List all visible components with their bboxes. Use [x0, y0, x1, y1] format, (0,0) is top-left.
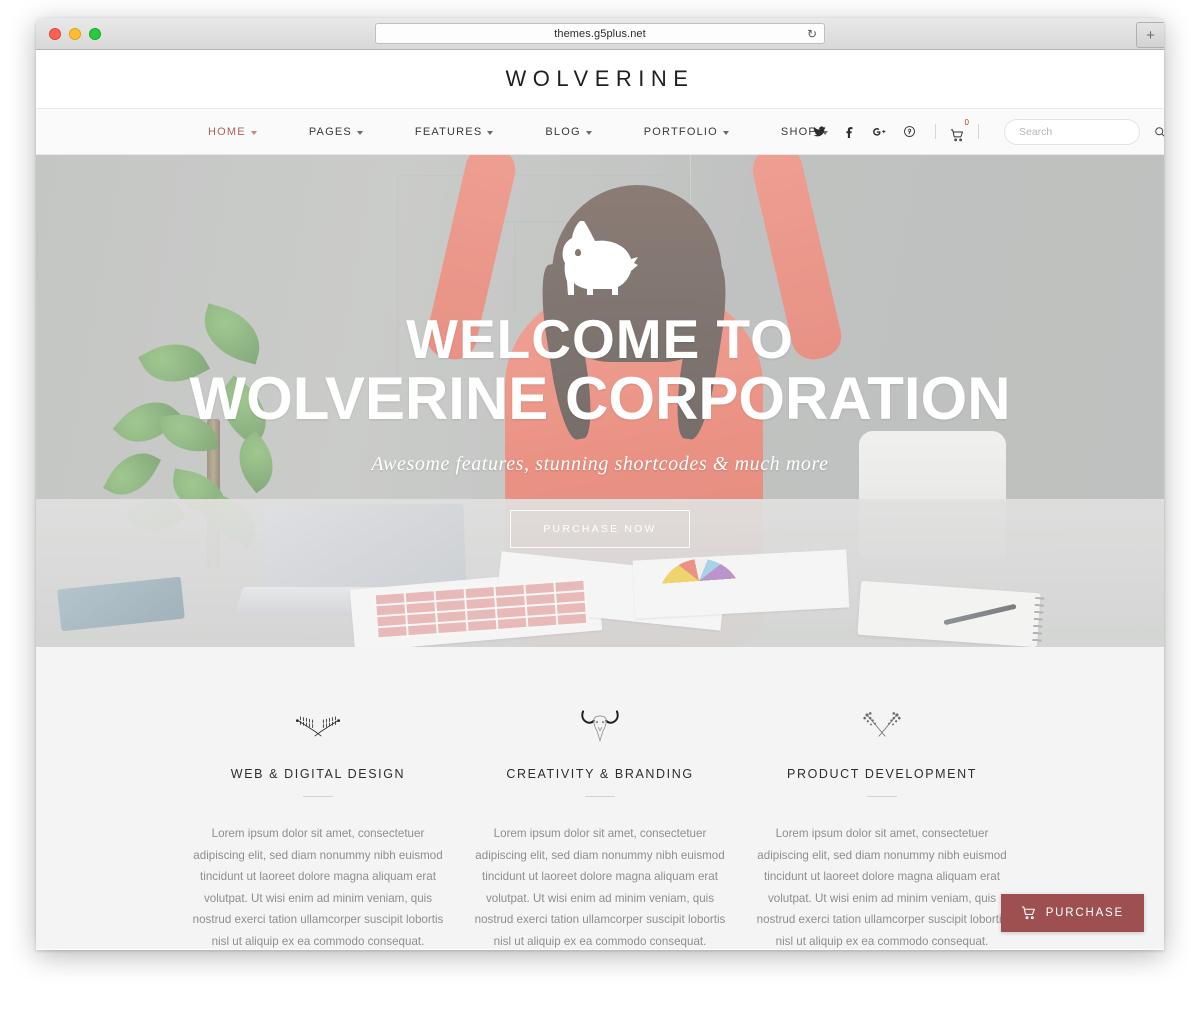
hero-subtitle: Awesome features, stunning shortcodes & …: [371, 453, 829, 476]
browser-titlebar: themes.g5plus.net ↻ +: [36, 18, 1164, 50]
pinterest-icon[interactable]: [898, 121, 920, 143]
crossed-feathers-icon: [191, 709, 445, 743]
shopping-cart-icon: [950, 128, 963, 141]
features-row: WEB & DIGITAL DESIGN Lorem ipsum dolor s…: [95, 709, 1105, 950]
feature-text: Lorem ipsum dolor sit amet, consectetuer…: [474, 827, 726, 948]
window-controls: [36, 27, 101, 40]
feature-text: Lorem ipsum dolor sit amet, consectetuer…: [756, 827, 1008, 948]
hero-title-line2: WOLVERINE CORPORATION: [189, 364, 1011, 432]
site-logo[interactable]: WOLVERINE: [506, 66, 695, 92]
hero-title-line1: WELCOME TO: [406, 308, 794, 370]
nav-item-features[interactable]: FEATURES: [389, 126, 519, 138]
site-header: WOLVERINE: [36, 50, 1164, 108]
feature-divider: [303, 796, 333, 797]
feature-title: WEB & DIGITAL DESIGN: [230, 767, 406, 781]
close-window-button[interactable]: [49, 27, 61, 40]
cart-count-badge: 0: [964, 117, 969, 127]
google-plus-icon[interactable]: [868, 121, 890, 143]
feature-title: CREATIVITY & BRANDING: [506, 767, 694, 781]
bull-skull-icon: [473, 709, 727, 743]
hero-content: WELCOME TO WOLVERINE CORPORATION Awesome…: [36, 155, 1164, 647]
feature-divider: [867, 796, 897, 797]
feature-divider: [585, 796, 615, 797]
nav-item-features-label: FEATURES: [414, 125, 483, 138]
reload-icon[interactable]: ↻: [807, 26, 817, 42]
hero-section: WELCOME TO WOLVERINE CORPORATION Awesome…: [36, 155, 1164, 647]
nav-divider-2: [978, 124, 979, 139]
feature-text: Lorem ipsum dolor sit amet, consectetuer…: [192, 827, 444, 948]
nav-item-home-label: HOME: [208, 125, 246, 138]
nav-item-pages[interactable]: PAGES: [283, 126, 389, 138]
nav-right-section: 0: [804, 117, 1164, 145]
floating-purchase-button[interactable]: PURCHASE: [1000, 894, 1144, 932]
search-box[interactable]: [1004, 118, 1164, 145]
wolf-howling-icon: [562, 221, 638, 295]
maximize-window-button[interactable]: [89, 27, 101, 40]
nav-item-pages-label: PAGES: [308, 125, 352, 138]
url-text: themes.g5plus.net: [554, 27, 646, 40]
main-navbar: HOME PAGES FEATURES BLOG PORTFOLIO SHOP …: [36, 108, 1164, 155]
floating-purchase-label: PURCHASE: [1045, 907, 1124, 919]
page-content: WOLVERINE HOME PAGES FEATURES BLOG PORTF…: [36, 50, 1164, 950]
feature-column-web-digital-design: WEB & DIGITAL DESIGN Lorem ipsum dolor s…: [177, 709, 459, 950]
main-menu: HOME PAGES FEATURES BLOG PORTFOLIO SHOP: [182, 126, 854, 138]
chevron-down-icon: [722, 130, 729, 135]
features-section: WEB & DIGITAL DESIGN Lorem ipsum dolor s…: [36, 647, 1164, 949]
facebook-icon[interactable]: [838, 121, 860, 143]
nav-divider-1: [935, 124, 936, 139]
minimize-window-button[interactable]: [69, 27, 81, 40]
search-icon[interactable]: [1154, 126, 1164, 138]
chevron-down-icon: [356, 130, 363, 135]
hero-title: WELCOME TO WOLVERINE CORPORATION: [189, 311, 1010, 429]
browser-window: themes.g5plus.net ↻ + WOLVERINE HOME PAG…: [36, 18, 1164, 950]
search-input[interactable]: [1019, 125, 1154, 138]
new-tab-button[interactable]: +: [1136, 22, 1164, 48]
feature-column-creativity-branding: CREATIVITY & BRANDING Lorem ipsum dolor …: [459, 709, 741, 950]
crossed-floral-sprigs-icon: [755, 709, 1009, 743]
nav-item-blog[interactable]: BLOG: [519, 126, 617, 138]
nav-item-blog-label: BLOG: [545, 125, 581, 138]
chevron-down-icon: [250, 130, 257, 135]
social-links: [804, 121, 924, 143]
url-bar[interactable]: themes.g5plus.net ↻: [375, 23, 825, 44]
twitter-icon[interactable]: [808, 121, 830, 143]
cart-button[interactable]: 0: [947, 117, 969, 143]
shopping-cart-icon: [1021, 906, 1035, 920]
purchase-now-button[interactable]: PURCHASE NOW: [510, 510, 690, 549]
feature-column-product-development: PRODUCT DEVELOPMENT Lorem ipsum dolor si…: [741, 709, 1023, 950]
feature-title: PRODUCT DEVELOPMENT: [787, 767, 977, 781]
chevron-down-icon: [585, 130, 592, 135]
nav-item-portfolio[interactable]: PORTFOLIO: [618, 126, 755, 138]
nav-item-home[interactable]: HOME: [182, 126, 283, 138]
nav-item-portfolio-label: PORTFOLIO: [643, 125, 718, 138]
chevron-down-icon: [487, 130, 494, 135]
